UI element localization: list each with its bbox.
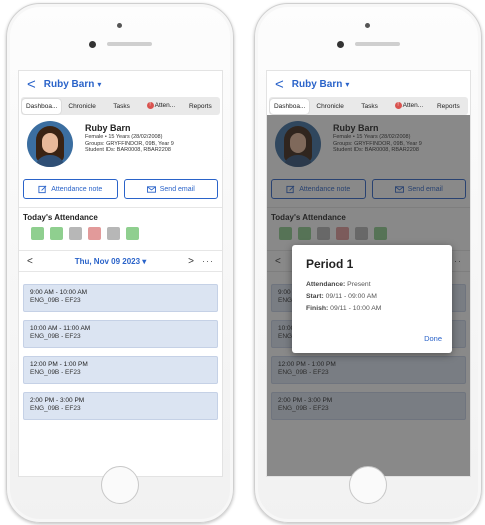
dialog-attendance-row: Attendance: Present	[306, 279, 438, 291]
tab-bar: Dashboa... Chronicle Tasks ! Atten... Rep…	[21, 97, 220, 115]
send-email-label: Send email	[159, 185, 195, 193]
tab-attendance[interactable]: ! Atten...	[141, 102, 180, 110]
divider	[19, 201, 222, 208]
period-detail-dialog: Period 1 Attendance: Present Start: 09/1…	[292, 245, 452, 353]
finish-value: 09/11 - 10:00 AM	[330, 305, 382, 312]
student-switcher[interactable]: Ruby Barn	[292, 79, 343, 90]
attendance-square[interactable]	[107, 227, 120, 240]
attendance-square[interactable]	[50, 227, 63, 240]
profile-name: Ruby Barn	[85, 123, 131, 133]
period-time: 2:00 PM - 3:00 PM	[30, 397, 85, 404]
alert-icon: !	[394, 102, 402, 110]
date-label: Thu, Nov 09 2023	[74, 256, 141, 266]
dialog-title: Period 1	[306, 257, 354, 271]
next-day-icon[interactable]: >	[188, 256, 194, 267]
tab-tasks[interactable]: Tasks	[102, 103, 141, 110]
tab-bar: Dashboa... Chronicle Tasks ! Atten... Rep…	[269, 97, 468, 115]
phone-right: < Ruby Barn ▾ Dashboa... Chronicle Tasks…	[254, 3, 482, 523]
attendance-squares	[19, 225, 222, 242]
period-time: 10:00 AM - 11:00 AM	[30, 325, 91, 332]
date-picker[interactable]: Thu, Nov 09 2023 ▾	[33, 257, 188, 266]
period-time: 9:00 AM - 10:00 AM	[30, 289, 88, 296]
period-card[interactable]: 2:00 PM - 3:00 PMENG_09B - EF23	[23, 392, 218, 420]
period-list: 9:00 AM - 10:00 AMENG_09B - EF23 10:00 A…	[19, 272, 222, 420]
tab-attendance-label: Atten...	[154, 102, 176, 110]
period-class: ENG_09B - EF23	[30, 405, 81, 412]
tab-reports[interactable]: Reports	[429, 103, 468, 110]
start-value: 09/11 - 09:00 AM	[325, 293, 377, 300]
tab-chronicle[interactable]: Chronicle	[62, 103, 101, 110]
avatar	[27, 121, 73, 167]
attendance-title: Today's Attendance	[23, 213, 98, 222]
student-switcher[interactable]: Ruby Barn	[44, 79, 95, 90]
period-card[interactable]: 9:00 AM - 10:00 AMENG_09B - EF23	[23, 284, 218, 312]
tab-dashboard[interactable]: Dashboa...	[22, 98, 62, 114]
send-email-button[interactable]: Send email	[123, 179, 218, 199]
attendance-square[interactable]	[126, 227, 139, 240]
period-class: ENG_09B - EF23	[30, 369, 81, 376]
attendance-square[interactable]	[69, 227, 82, 240]
sensor-dot	[337, 41, 344, 48]
action-buttons: Attendance note Send email	[19, 177, 222, 201]
earpiece-speaker	[107, 42, 152, 46]
sensor-dot	[89, 41, 96, 48]
period-time: 12:00 PM - 1:00 PM	[30, 361, 88, 368]
earpiece-speaker	[355, 42, 400, 46]
profile-gender-age: Female • 15 Years (28/02/2008)	[85, 134, 163, 140]
front-camera	[117, 23, 122, 28]
tab-dashboard[interactable]: Dashboa...	[270, 98, 310, 114]
back-icon[interactable]: <	[275, 76, 284, 93]
date-navigator: < Thu, Nov 09 2023 ▾ > ···	[19, 250, 222, 272]
top-bar: < Ruby Barn ▾	[19, 71, 222, 97]
tab-tasks[interactable]: Tasks	[350, 103, 389, 110]
back-icon[interactable]: <	[27, 76, 36, 93]
home-button[interactable]	[349, 466, 387, 504]
edit-note-icon	[38, 185, 47, 193]
app-screen: < Ruby Barn ▾ Dashboa... Chronicle Tasks…	[266, 70, 471, 477]
top-bar: < Ruby Barn ▾	[267, 71, 470, 97]
chevron-down-icon[interactable]: ▾	[97, 80, 101, 89]
chevron-down-icon: ▾	[142, 256, 147, 266]
tab-attendance-label: Atten...	[402, 102, 424, 110]
alert-icon: !	[146, 102, 154, 110]
dialog-finish-row: Finish: 09/11 - 10:00 AM	[306, 303, 438, 315]
tab-chronicle[interactable]: Chronicle	[310, 103, 349, 110]
attendance-label: Attendance:	[306, 281, 346, 288]
period-class: ENG_09B - EF23	[30, 333, 81, 340]
profile-student-ids: Student IDs: BAR0008, RBAR2208	[85, 147, 171, 153]
attendance-square[interactable]	[88, 227, 101, 240]
period-class: ENG_09B - EF23	[30, 297, 81, 304]
attendance-note-button[interactable]: Attendance note	[23, 179, 118, 199]
done-button[interactable]: Done	[424, 334, 442, 343]
dialog-start-row: Start: 09/11 - 09:00 AM	[306, 291, 438, 303]
phone-left: < Ruby Barn ▾ Dashboa... Chronicle Tasks…	[6, 3, 234, 523]
front-camera	[365, 23, 370, 28]
home-button[interactable]	[101, 466, 139, 504]
start-label: Start:	[306, 293, 324, 300]
tab-attendance[interactable]: ! Atten...	[389, 102, 428, 110]
tab-reports[interactable]: Reports	[181, 103, 220, 110]
profile-info: Ruby Barn Female • 15 Years (28/02/2008)…	[85, 121, 174, 173]
profile-card: Ruby Barn Female • 15 Years (28/02/2008)…	[19, 115, 222, 177]
finish-label: Finish:	[306, 305, 329, 312]
app-screen: < Ruby Barn ▾ Dashboa... Chronicle Tasks…	[18, 70, 223, 477]
period-card[interactable]: 12:00 PM - 1:00 PMENG_09B - EF23	[23, 356, 218, 384]
attendance-square[interactable]	[31, 227, 44, 240]
attendance-value: Present	[347, 281, 371, 288]
attendance-note-label: Attendance note	[51, 185, 103, 193]
envelope-icon	[146, 185, 156, 193]
more-icon[interactable]: ···	[202, 256, 214, 266]
chevron-down-icon[interactable]: ▾	[345, 80, 349, 89]
period-card[interactable]: 10:00 AM - 11:00 AMENG_09B - EF23	[23, 320, 218, 348]
